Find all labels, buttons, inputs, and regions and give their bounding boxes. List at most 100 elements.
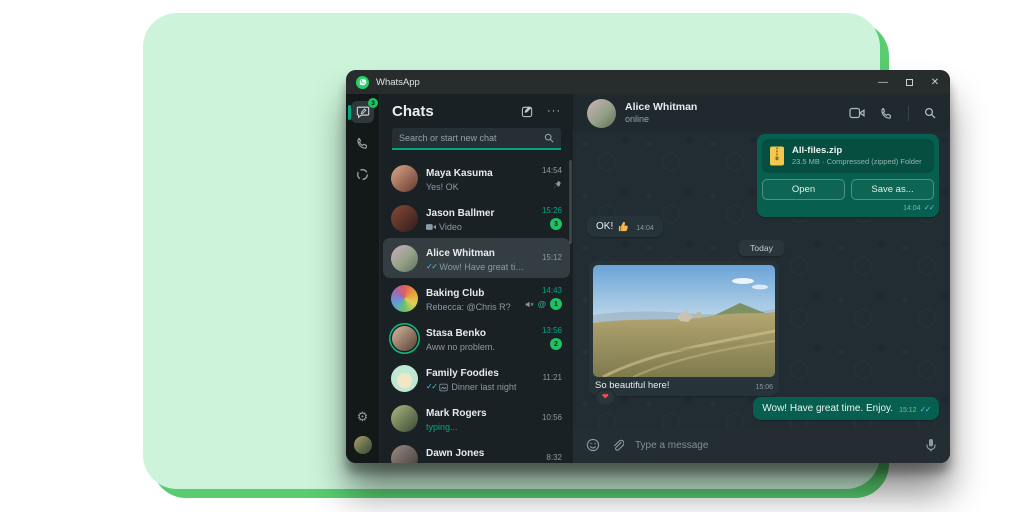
- message-time: 15:06: [755, 384, 773, 391]
- chat-list-panel: Chats ···: [379, 94, 573, 463]
- typing-indicator: typing...: [426, 421, 458, 433]
- status-ring-icon: [356, 168, 369, 181]
- read-receipt-icon: ✓✓: [920, 406, 930, 414]
- file-attachment[interactable]: All-files.zip 23.5 MB · Compressed (zipp…: [762, 139, 934, 173]
- video-call-icon: [426, 223, 436, 231]
- chat-preview: Dinner last night: [451, 381, 516, 393]
- file-message-bubble[interactable]: All-files.zip 23.5 MB · Compressed (zipp…: [757, 134, 939, 217]
- chat-preview: Yes! OK: [426, 181, 459, 193]
- incoming-message-bubble[interactable]: OK! 14:04: [587, 216, 663, 237]
- chat-row-dawn[interactable]: Dawn Jones ✓✓ Yes, that time… 8:32: [383, 438, 570, 463]
- read-receipt-icon: ✓✓: [426, 263, 436, 271]
- chat-time: 8:32: [546, 453, 562, 463]
- chat-row-mark[interactable]: Mark Rogers typing... 10:56: [383, 398, 570, 438]
- phone-icon: [356, 137, 369, 150]
- search-in-chat-button[interactable]: [924, 107, 936, 119]
- heart-reaction[interactable]: ❤: [595, 389, 616, 406]
- contact-avatar[interactable]: [587, 99, 616, 128]
- avatar: [391, 165, 418, 192]
- chat-preview: Video: [439, 221, 462, 233]
- chat-row-alice[interactable]: Alice Whitman ✓✓ Wow! Have great time. E…: [383, 238, 570, 278]
- chat-name: Alice Whitman: [426, 248, 495, 259]
- unread-badge: 1: [550, 298, 562, 310]
- chat-menu-button[interactable]: ···: [547, 106, 561, 117]
- chat-time: 10:56: [542, 413, 562, 423]
- video-call-button[interactable]: [849, 107, 865, 119]
- chat-name: Mark Rogers: [426, 408, 487, 419]
- conversation-header[interactable]: Alice Whitman online: [573, 94, 950, 132]
- muted-icon: [525, 300, 534, 309]
- chat-time: 14:54: [542, 166, 562, 176]
- unread-badge: 3: [550, 218, 562, 230]
- message-text: Wow! Have great time. Enjoy.: [762, 403, 893, 414]
- chat-name: Maya Kasuma: [426, 168, 493, 179]
- maximize-button[interactable]: [896, 71, 922, 93]
- chat-row-stasa[interactable]: Stasa Benko Aww no problem. 13:56 2: [383, 318, 570, 358]
- conversation-panel: Alice Whitman online: [573, 94, 950, 463]
- chat-time: 15:12: [542, 253, 562, 263]
- settings-button[interactable]: ⚙: [351, 405, 374, 427]
- mint-backdrop: WhatsApp — ✕ 3: [143, 13, 880, 489]
- emoji-button[interactable]: [586, 438, 600, 452]
- save-as-button[interactable]: Save as...: [851, 179, 934, 200]
- search-icon: [544, 133, 554, 143]
- chat-time: 14:43: [542, 286, 562, 296]
- chat-list-scrollbar[interactable]: [569, 160, 572, 244]
- thumbs-up-emoji: [618, 221, 629, 232]
- nav-status-button[interactable]: [351, 163, 374, 185]
- whatsapp-logo-icon: [356, 76, 369, 89]
- chat-search[interactable]: [392, 128, 561, 150]
- message-time: 15:12: [899, 407, 917, 414]
- file-meta: 23.5 MB · Compressed (zipped) Folder: [792, 157, 922, 167]
- nav-calls-button[interactable]: [351, 132, 374, 154]
- landscape-photo[interactable]: [593, 265, 775, 377]
- attach-button[interactable]: [611, 439, 624, 452]
- file-name: All-files.zip: [792, 145, 922, 157]
- chat-row-family-foodies[interactable]: Family Foodies ✓✓ Dinner last night 11:2…: [383, 358, 570, 398]
- chat-row-maya[interactable]: Maya Kasuma Yes! OK 14:54: [383, 158, 570, 198]
- presence-status: online: [625, 114, 697, 125]
- message-input[interactable]: [635, 440, 914, 451]
- chat-time: 15:26: [542, 206, 562, 216]
- chat-name: Family Foodies: [426, 368, 499, 379]
- avatar-with-status-ring: [392, 326, 417, 351]
- profile-avatar[interactable]: [354, 436, 372, 454]
- message-time: 14:04: [903, 205, 921, 212]
- avatar: [391, 365, 418, 392]
- mention-icon: @: [538, 300, 546, 309]
- chat-rows: Maya Kasuma Yes! OK 14:54: [380, 158, 573, 463]
- chat-preview: Wow! Have great time. Enjoy.: [439, 261, 528, 273]
- window-titlebar: WhatsApp — ✕: [346, 70, 950, 94]
- date-divider: Today: [738, 240, 785, 256]
- close-button[interactable]: ✕: [922, 71, 948, 93]
- message-time: 14:04: [636, 225, 654, 232]
- outgoing-message-bubble[interactable]: Wow! Have great time. Enjoy. 15:12 ✓✓: [753, 397, 939, 420]
- search-input[interactable]: [399, 133, 544, 143]
- minimize-button[interactable]: —: [870, 71, 896, 93]
- message-composer: [573, 427, 950, 463]
- read-receipt-icon: ✓✓: [426, 383, 436, 391]
- chat-name: Stasa Benko: [426, 328, 486, 339]
- chat-row-jason[interactable]: Jason Ballmer Video 15:26 3: [383, 198, 570, 238]
- voice-call-button[interactable]: [880, 107, 893, 120]
- chat-name: Baking Club: [426, 288, 484, 299]
- header-divider: [908, 106, 909, 121]
- chat-row-baking-club[interactable]: Baking Club Rebecca: @Chris R? 14:43 @ 1: [383, 278, 570, 318]
- photo-attachment-icon: [439, 383, 448, 392]
- new-chat-button[interactable]: [521, 105, 534, 118]
- zip-file-icon: [769, 146, 785, 166]
- chats-unread-badge: 3: [368, 98, 378, 108]
- avatar: [391, 245, 418, 272]
- mic-button[interactable]: [925, 438, 937, 452]
- photo-message-bubble[interactable]: So beautiful here! 15:06 ❤: [589, 261, 779, 396]
- gear-icon: ⚙: [357, 410, 369, 423]
- open-file-button[interactable]: Open: [762, 179, 845, 200]
- chat-name: Dawn Jones: [426, 448, 484, 459]
- chat-preview: Rebecca: @Chris R?: [426, 301, 511, 313]
- read-receipt-icon: ✓✓: [924, 204, 934, 212]
- nav-rail: 3 ⚙: [346, 94, 379, 463]
- nav-chats-button[interactable]: 3: [351, 101, 374, 123]
- whatsapp-window: WhatsApp — ✕ 3: [346, 70, 950, 463]
- pin-icon: [553, 180, 562, 189]
- chats-title: Chats: [392, 103, 434, 120]
